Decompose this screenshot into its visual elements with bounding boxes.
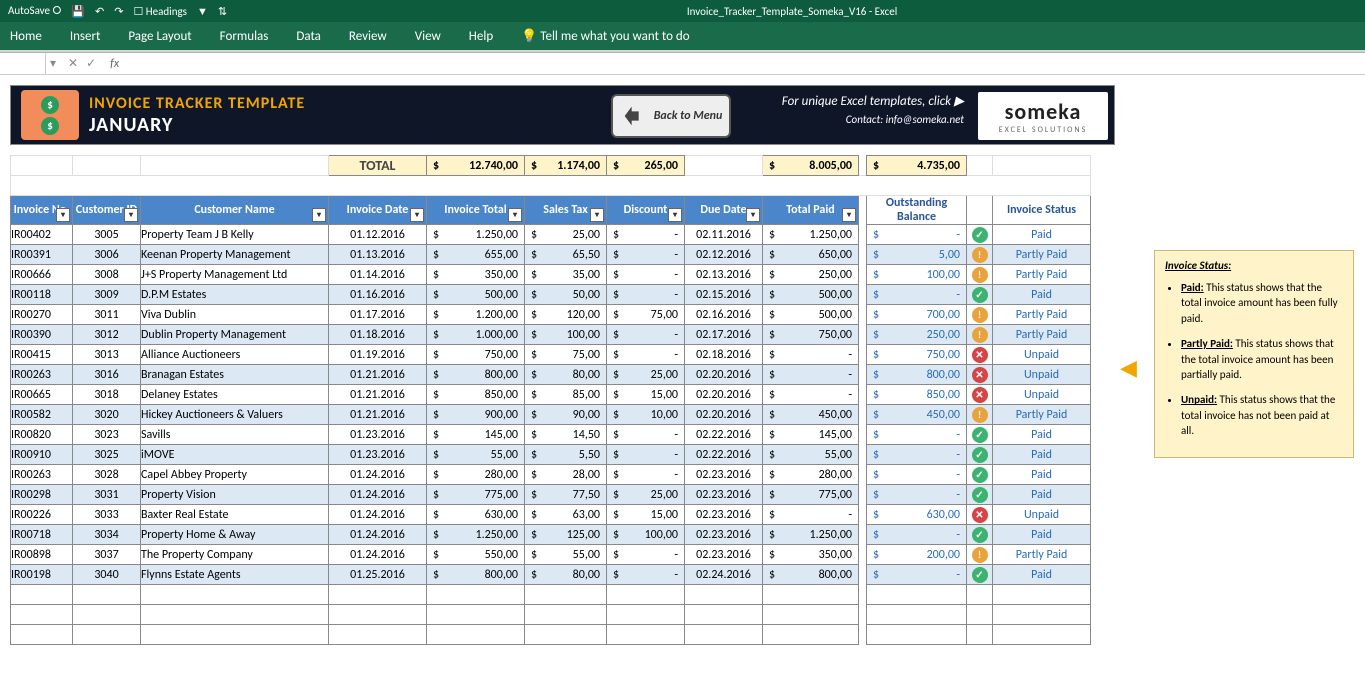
fx-icon[interactable]: fx [104, 57, 125, 71]
status-icon: ✓ [972, 447, 988, 463]
template-banner: $$ INVOICE TRACKER TEMPLATE JANUARY Back… [10, 85, 1115, 145]
table-row[interactable]: IR008983037The Property Company01.24.201… [11, 545, 1091, 565]
status-icon: ✓ [972, 467, 988, 483]
status-icon: ! [972, 547, 988, 563]
filter-button[interactable]: ▾ [410, 208, 424, 222]
totals-row: TOTAL $12.740,00 $1.174,00 $265,00 $8.00… [11, 156, 1091, 176]
table-row[interactable]: IR001983040Flynns Estate Agents01.25.201… [11, 565, 1091, 585]
filter-button[interactable]: ▾ [56, 208, 70, 222]
save-icon[interactable]: 💾 [71, 5, 85, 18]
status-icon: ! [972, 327, 988, 343]
tab-page-layout[interactable]: Page Layout [128, 29, 191, 44]
status-info-box: Invoice Status: Paid: This status shows … [1154, 250, 1354, 458]
undo-icon[interactable]: ↶ [95, 5, 104, 18]
status-icon: ✓ [972, 227, 988, 243]
name-box[interactable] [0, 53, 46, 74]
table-row[interactable]: IR002633016Branagan Estates01.21.2016$80… [11, 365, 1091, 385]
status-icon: ✓ [972, 527, 988, 543]
status-icon: ✓ [972, 287, 988, 303]
status-icon: ✓ [972, 427, 988, 443]
table-row[interactable]: IR004153013Alliance Auctioneers01.19.201… [11, 345, 1091, 365]
status-icon: ✕ [972, 387, 988, 403]
tab-view[interactable]: View [415, 29, 441, 44]
title-bar: AutoSave ⭘ 💾 ↶ ↷ ☐ Headings ▼ ⇅ Invoice_… [0, 0, 1365, 22]
status-icon: ✕ [972, 507, 988, 523]
status-icon: ! [972, 267, 988, 283]
formula-bar: ▾ ✕✓ fx [0, 53, 1365, 75]
cancel-icon[interactable]: ✕ [68, 56, 78, 71]
filter-button[interactable]: ▾ [508, 208, 522, 222]
contact-text: Contact: info@someka.net [782, 113, 964, 126]
tab-formulas[interactable]: Formulas [220, 29, 269, 44]
table-row[interactable]: IR006663008J+S Property Management Ltd01… [11, 265, 1091, 285]
template-title: INVOICE TRACKER TEMPLATE [89, 94, 305, 113]
filter-icon[interactable]: ▼ [197, 5, 208, 18]
month-label: JANUARY [89, 113, 305, 137]
template-logo-icon: $$ [21, 90, 79, 140]
table-row[interactable]: IR003913006Keenan Property Management01.… [11, 245, 1091, 265]
tab-help[interactable]: Help [469, 29, 493, 44]
sort-icon[interactable]: ⇅ [218, 5, 227, 18]
status-icon: ✕ [972, 367, 988, 383]
filter-button[interactable]: ▾ [668, 208, 682, 222]
promo-text[interactable]: For unique Excel templates, click ▶ [782, 94, 964, 109]
table-row[interactable]: IR007183034Property Home & Away01.24.201… [11, 525, 1091, 545]
status-icon: ✕ [972, 347, 988, 363]
tell-me[interactable]: 💡 Tell me what you want to do [521, 29, 689, 44]
filter-button[interactable]: ▾ [842, 208, 856, 222]
table-row[interactable]: IR004023005Property Team J B Kelly01.12.… [11, 225, 1091, 245]
pointer-arrow-icon: ◀ [1120, 354, 1137, 381]
table-row[interactable]: IR002633028Capel Abbey Property01.24.201… [11, 465, 1091, 485]
status-icon: ! [972, 407, 988, 423]
status-icon: ✓ [972, 567, 988, 583]
enter-icon[interactable]: ✓ [86, 56, 96, 71]
headings-toggle[interactable]: ☐ Headings [133, 5, 187, 18]
status-icon: ✓ [972, 487, 988, 503]
filter-button[interactable]: ▾ [746, 208, 760, 222]
table-row[interactable]: IR005823020Hickey Auctioneers & Valuers0… [11, 405, 1091, 425]
table-row[interactable]: IR002983031Property Vision01.24.2016$775… [11, 485, 1091, 505]
invoice-table: TOTAL $12.740,00 $1.174,00 $265,00 $8.00… [10, 155, 1091, 645]
brand-logo: someka EXCEL SOLUTIONS [978, 92, 1108, 140]
autosave-toggle[interactable]: AutoSave ⭘ [8, 4, 61, 18]
table-row[interactable]: IR001183009D.P.M Estates01.16.2016$500,0… [11, 285, 1091, 305]
document-title: Invoice_Tracker_Template_Someka_V16 - Ex… [227, 5, 1357, 18]
table-row[interactable]: IR006653018Delaney Estates01.21.2016$850… [11, 385, 1091, 405]
header-row: Invoice No.▾ Customer ID▾ Customer Name▾… [11, 196, 1091, 225]
status-icon: ! [972, 247, 988, 263]
tab-insert[interactable]: Insert [70, 29, 101, 44]
status-icon: ! [972, 307, 988, 323]
back-to-menu-button[interactable]: Back to Menu [611, 94, 731, 138]
filter-button[interactable]: ▾ [124, 208, 138, 222]
filter-button[interactable]: ▾ [312, 208, 326, 222]
redo-icon[interactable]: ↷ [114, 5, 123, 18]
table-row[interactable]: IR009103025iMOVE01.23.2016$55,00$5,50$-0… [11, 445, 1091, 465]
ribbon-tabs: Home Insert Page Layout Formulas Data Re… [0, 22, 1365, 50]
table-row[interactable]: IR002263033Baxter Real Estate01.24.2016$… [11, 505, 1091, 525]
tab-home[interactable]: Home [10, 29, 42, 44]
tab-review[interactable]: Review [349, 29, 387, 44]
table-row[interactable]: IR002703011Viva Dublin01.17.2016$1.200,0… [11, 305, 1091, 325]
table-row[interactable]: IR003903012Dublin Property Management01.… [11, 325, 1091, 345]
filter-button[interactable]: ▾ [590, 208, 604, 222]
total-label: TOTAL [329, 156, 427, 176]
table-row[interactable]: IR008203023Savills01.23.2016$145,00$14,5… [11, 425, 1091, 445]
tab-data[interactable]: Data [296, 29, 321, 44]
